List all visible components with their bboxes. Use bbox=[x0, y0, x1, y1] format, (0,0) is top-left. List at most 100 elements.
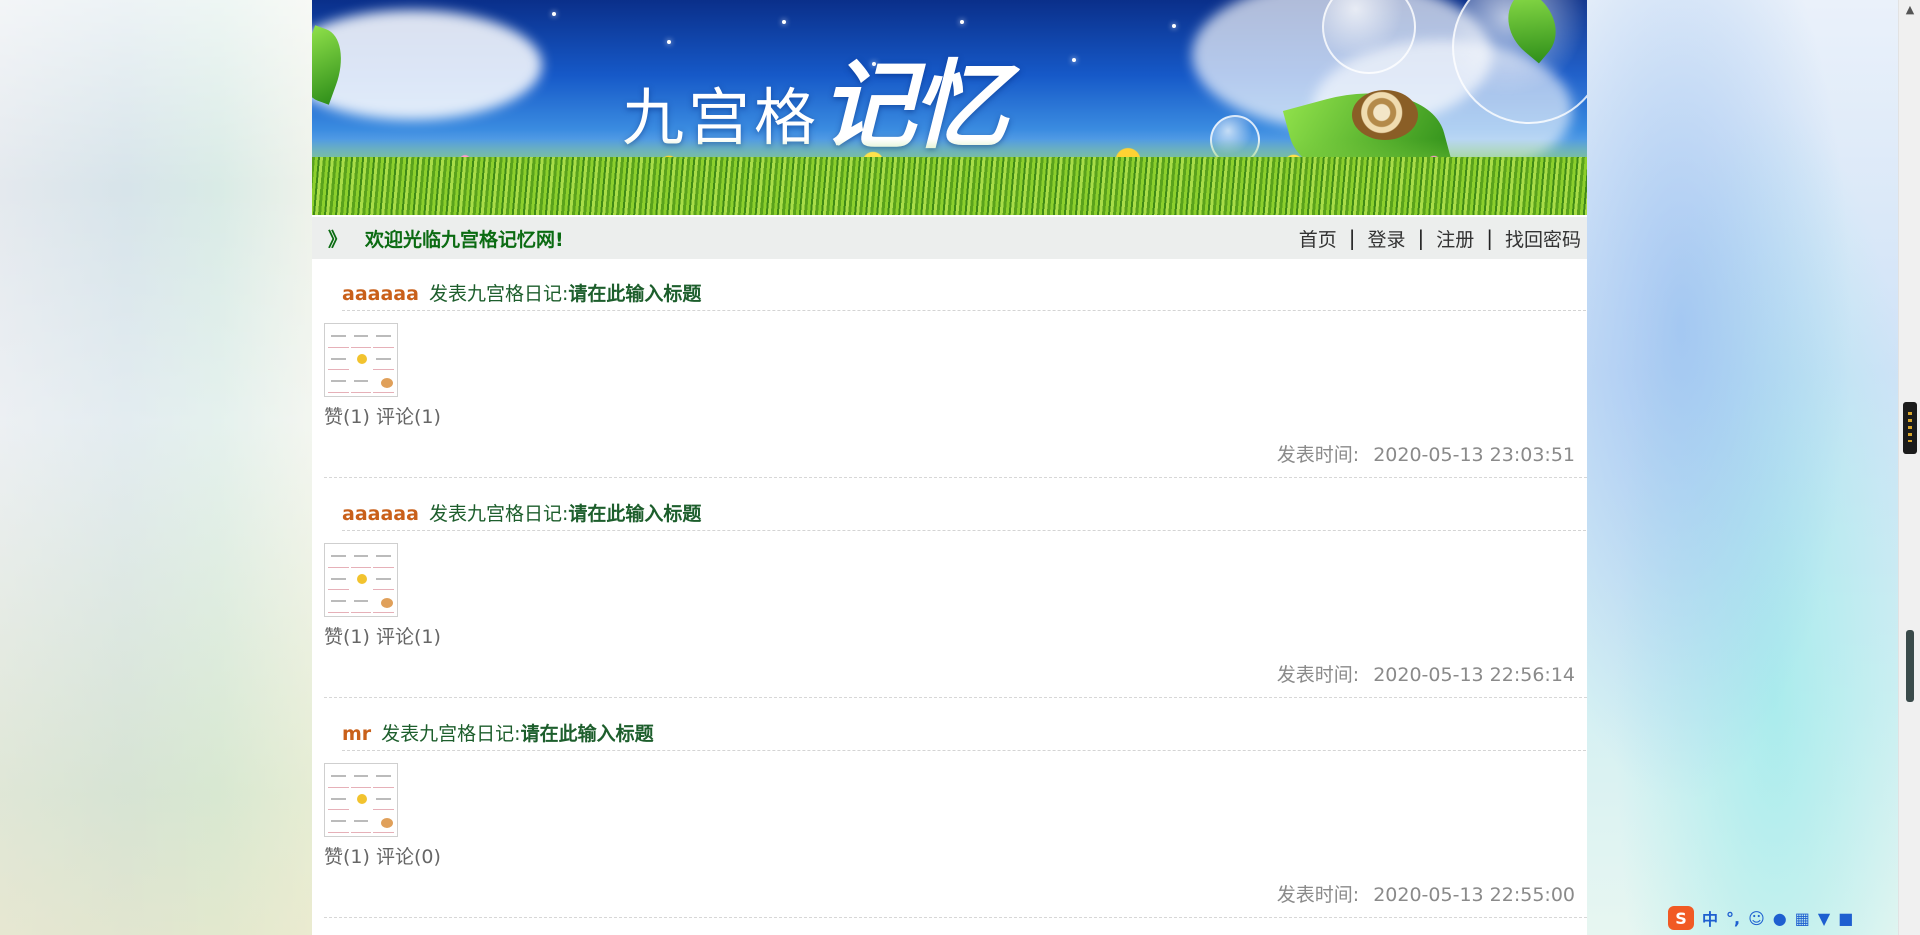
scroll-up-arrow-icon[interactable]: ▲ bbox=[1899, 0, 1920, 20]
diary-post: mr 发表九宫格日记:请在此输入标题 赞(1) 评论(0) 发表时间: 2020-0… bbox=[324, 719, 1587, 929]
grid-cell bbox=[350, 767, 372, 788]
like-link[interactable]: 赞(1) bbox=[324, 626, 370, 648]
welcome-message: 》 欢迎光临九宫格记忆网! bbox=[328, 225, 564, 252]
post-time-label: 发表时间: bbox=[1276, 664, 1360, 686]
post-divider bbox=[342, 750, 1586, 751]
grid-cell bbox=[328, 327, 349, 348]
nav-bar: 》 欢迎光临九宫格记忆网! 首页 | 登录 | 注册 | 找回密码 bbox=[312, 217, 1587, 259]
nav-recover-password-link[interactable]: 找回密码 bbox=[1505, 225, 1581, 252]
post-thumbnail[interactable] bbox=[324, 543, 398, 617]
post-time: 发表时间: 2020-05-13 22:56:14 bbox=[1277, 660, 1575, 687]
post-prefix: 发表九宫格日记: bbox=[428, 503, 569, 525]
post-time-value: 2020-05-13 22:55:00 bbox=[1373, 884, 1575, 906]
grid-cell bbox=[373, 327, 394, 348]
grid-cell bbox=[373, 767, 394, 788]
microphone-icon[interactable]: ● bbox=[1773, 909, 1787, 928]
post-prefix: 发表九宫格日记: bbox=[428, 283, 569, 305]
post-stats: 赞(1) 评论(0) bbox=[324, 842, 441, 869]
page-background-left bbox=[0, 0, 312, 935]
vertical-scrollbar[interactable]: ▲ bbox=[1898, 0, 1920, 935]
post-divider bbox=[342, 530, 1586, 531]
post-thumbnail[interactable] bbox=[324, 763, 398, 837]
nav-separator: | bbox=[1348, 226, 1356, 250]
grid-cell bbox=[373, 570, 394, 591]
post-author-link[interactable]: aaaaaa bbox=[342, 283, 419, 305]
page-background-right bbox=[1587, 0, 1900, 935]
skin-icon[interactable]: ▼ bbox=[1818, 909, 1830, 928]
post-stats: 赞(1) 评论(1) bbox=[324, 402, 441, 429]
scroll-indicator bbox=[1906, 630, 1914, 702]
snail-icon bbox=[373, 812, 394, 833]
ime-mode-toggle[interactable]: 中 bbox=[1702, 906, 1718, 930]
post-time-value: 2020-05-13 23:03:51 bbox=[1373, 444, 1575, 466]
nav-separator: | bbox=[1486, 226, 1493, 250]
sogou-ime-logo-icon[interactable]: S bbox=[1668, 906, 1694, 930]
grid-cell bbox=[328, 790, 349, 811]
post-title-link[interactable]: 请在此输入标题 bbox=[568, 283, 701, 305]
grid-cell bbox=[328, 547, 349, 568]
post-author-link[interactable]: mr bbox=[342, 723, 371, 745]
grid-cell bbox=[350, 592, 372, 613]
post-time-value: 2020-05-13 22:56:14 bbox=[1373, 664, 1575, 686]
page-container: 九宫格记忆 》 欢迎光临九宫格记忆网! 首页 | 登录 | 注册 | 找回密码 … bbox=[312, 0, 1587, 935]
post-title-link[interactable]: 请在此输入标题 bbox=[568, 503, 701, 525]
grid-cell bbox=[328, 350, 349, 371]
sun-icon bbox=[351, 790, 372, 811]
post-time-label: 发表时间: bbox=[1276, 444, 1360, 466]
post-prefix: 发表九宫格日记: bbox=[381, 723, 521, 745]
snail-icon bbox=[373, 592, 394, 613]
grid-cell bbox=[328, 570, 349, 591]
grid-cell bbox=[328, 767, 349, 788]
post-separator bbox=[324, 477, 1587, 478]
sun-icon bbox=[351, 570, 372, 591]
grid-cell bbox=[373, 350, 394, 371]
post-time-label: 发表时间: bbox=[1276, 884, 1360, 906]
ime-punctuation-toggle[interactable]: °, bbox=[1726, 909, 1740, 928]
grid-cell bbox=[328, 592, 349, 613]
grid-cell bbox=[350, 812, 372, 833]
nav-menu: 首页 | 登录 | 注册 | 找回密码 bbox=[1299, 225, 1581, 252]
post-stats: 赞(1) 评论(1) bbox=[324, 622, 441, 649]
grid-cell bbox=[350, 547, 372, 568]
grid-cell bbox=[328, 812, 349, 833]
grid-cell bbox=[328, 372, 349, 393]
post-time: 发表时间: 2020-05-13 23:03:51 bbox=[1277, 440, 1575, 467]
emoji-icon[interactable]: ☺ bbox=[1748, 909, 1765, 928]
grid-cell bbox=[373, 547, 394, 568]
grass-decoration bbox=[312, 157, 1587, 215]
snail-icon bbox=[373, 372, 394, 393]
nav-register-link[interactable]: 注册 bbox=[1436, 225, 1474, 252]
post-divider bbox=[342, 310, 1586, 311]
post-separator bbox=[324, 917, 1587, 918]
scrollbar-thumb[interactable] bbox=[1903, 402, 1917, 454]
grid-cell bbox=[373, 790, 394, 811]
site-banner: 九宫格记忆 bbox=[312, 0, 1587, 215]
post-title-link[interactable]: 请在此输入标题 bbox=[521, 723, 654, 745]
chevron-icon: 》 bbox=[328, 228, 348, 251]
nav-separator: | bbox=[1417, 226, 1425, 250]
nav-login-link[interactable]: 登录 bbox=[1367, 225, 1405, 252]
post-separator bbox=[324, 697, 1587, 698]
toolbox-icon[interactable]: ■ bbox=[1838, 909, 1853, 928]
post-thumbnail[interactable] bbox=[324, 323, 398, 397]
comment-link[interactable]: 评论(1) bbox=[376, 626, 441, 648]
sun-icon bbox=[351, 350, 372, 371]
like-link[interactable]: 赞(1) bbox=[324, 846, 370, 868]
post-author-link[interactable]: aaaaaa bbox=[342, 503, 419, 525]
ime-toolbar: S 中 °, ☺ ● ▦ ▼ ■ bbox=[1668, 904, 1898, 932]
post-time: 发表时间: 2020-05-13 22:55:00 bbox=[1277, 880, 1575, 907]
post-header: mr 发表九宫格日记:请在此输入标题 bbox=[342, 719, 654, 746]
grid-cell bbox=[350, 372, 372, 393]
comment-link[interactable]: 评论(1) bbox=[376, 406, 441, 428]
diary-post: aaaaaa 发表九宫格日记:请在此输入标题 赞(1) 评论(1) 发表时间: 20… bbox=[324, 499, 1587, 699]
snail-image bbox=[1352, 90, 1418, 140]
like-link[interactable]: 赞(1) bbox=[324, 406, 370, 428]
nav-home-link[interactable]: 首页 bbox=[1299, 225, 1337, 252]
post-header: aaaaaa 发表九宫格日记:请在此输入标题 bbox=[342, 279, 701, 306]
post-header: aaaaaa 发表九宫格日记:请在此输入标题 bbox=[342, 499, 701, 526]
grid-cell bbox=[350, 327, 372, 348]
keyboard-icon[interactable]: ▦ bbox=[1795, 909, 1810, 928]
diary-post: aaaaaa 发表九宫格日记:请在此输入标题 赞(1) 评论(1) 发表时间: 20… bbox=[324, 279, 1587, 479]
welcome-text: 欢迎光临九宫格记忆网! bbox=[365, 228, 564, 251]
comment-link[interactable]: 评论(0) bbox=[376, 846, 441, 868]
